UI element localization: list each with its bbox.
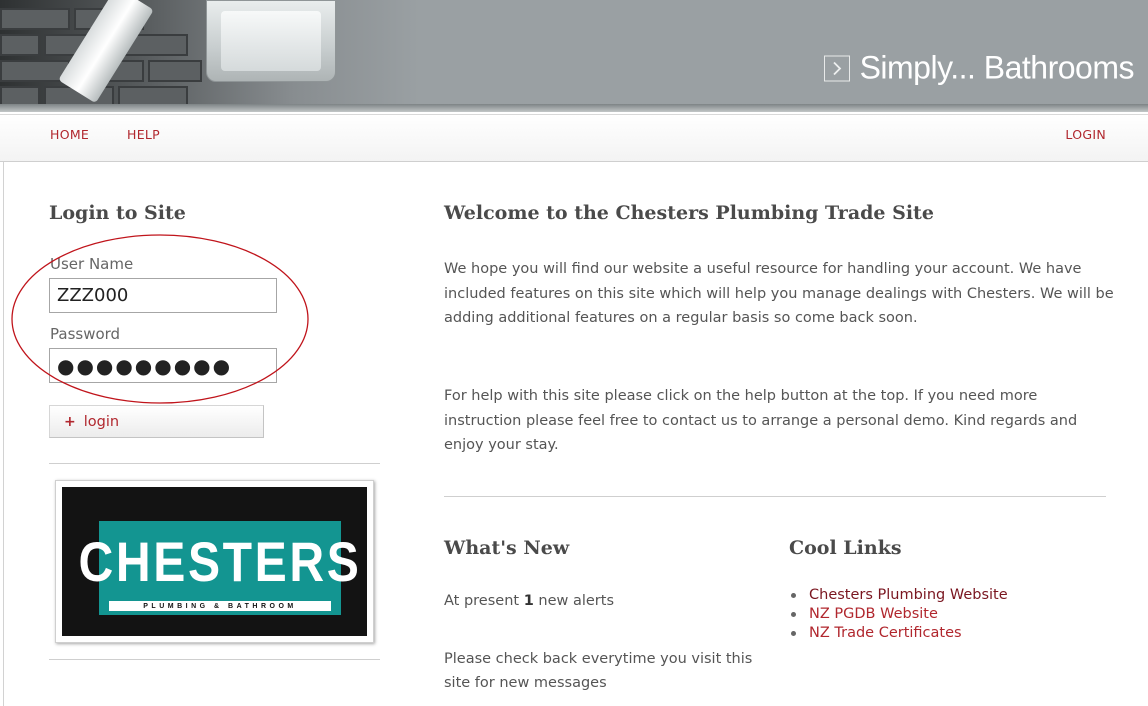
password-label: Password (50, 325, 121, 343)
cool-links-list: Chesters Plumbing Website NZ PGDB Websit… (791, 586, 1008, 643)
alerts-summary: At present 1 new alerts (444, 593, 614, 609)
alerts-suffix: new alerts (538, 593, 615, 609)
welcome-paragraph-1: We hope you will find our website a usef… (444, 261, 1114, 326)
brick-tile (0, 34, 40, 56)
list-item: NZ PGDB Website (791, 605, 1008, 624)
nav-home-link[interactable]: HOME (50, 127, 89, 142)
header-banner: Simply... Bathrooms (0, 0, 1148, 112)
username-label: User Name (50, 255, 134, 273)
logo-subtitle: PLUMBING & BATHROOM (143, 602, 297, 610)
site-tagline: Simply... Bathrooms (823, 49, 1135, 87)
username-input[interactable] (49, 278, 277, 313)
list-item: Chesters Plumbing Website (791, 586, 1008, 605)
welcome-paragraph-2: For help with this site please click on … (444, 388, 1078, 453)
alerts-count: 1 (523, 593, 534, 609)
brick-tile (0, 8, 70, 30)
link-chesters-plumbing-website[interactable]: Chesters Plumbing Website (809, 586, 1008, 605)
cool-links-title: Cool Links (789, 537, 902, 559)
login-title: Login to Site (49, 202, 186, 224)
brick-tile (148, 60, 202, 82)
login-button[interactable]: + login (49, 405, 264, 438)
banner-photo (0, 0, 420, 112)
check-back-message: Please check back everytime you visit th… (444, 651, 753, 691)
banner-bottom-edge (0, 104, 1148, 112)
logo-subtitle-strip: PLUMBING & BATHROOM (109, 601, 331, 611)
bullet-icon (791, 612, 796, 617)
bathroom-fixture-image (206, 0, 336, 82)
alerts-prefix: At present (444, 593, 520, 609)
link-nz-pgdb-website[interactable]: NZ PGDB Website (809, 605, 938, 624)
link-nz-trade-certificates[interactable]: NZ Trade Certificates (809, 624, 962, 643)
plus-icon: + (64, 413, 76, 430)
welcome-title: Welcome to the Chesters Plumbing Trade S… (444, 202, 934, 224)
chesters-logo: CHESTERS PLUMBING & BATHROOM (55, 480, 374, 643)
nav-help-link[interactable]: HELP (127, 127, 160, 142)
divider (49, 659, 380, 660)
nav-login-link[interactable]: LOGIN (1065, 127, 1106, 142)
page-left-border (3, 162, 4, 706)
logo-wordmark: CHESTERS (78, 529, 362, 593)
bullet-icon (791, 631, 796, 636)
divider (444, 496, 1106, 497)
tagline-text: Simply... Bathrooms (859, 49, 1135, 86)
list-item: NZ Trade Certificates (791, 624, 1008, 643)
chevron-right-box-icon (823, 55, 850, 81)
password-input[interactable] (49, 348, 277, 383)
login-button-label: login (83, 413, 120, 430)
whats-new-title: What's New (444, 537, 570, 559)
bullet-icon (791, 593, 796, 598)
divider (49, 463, 380, 464)
top-nav-bar: HOME HELP LOGIN (0, 114, 1148, 162)
